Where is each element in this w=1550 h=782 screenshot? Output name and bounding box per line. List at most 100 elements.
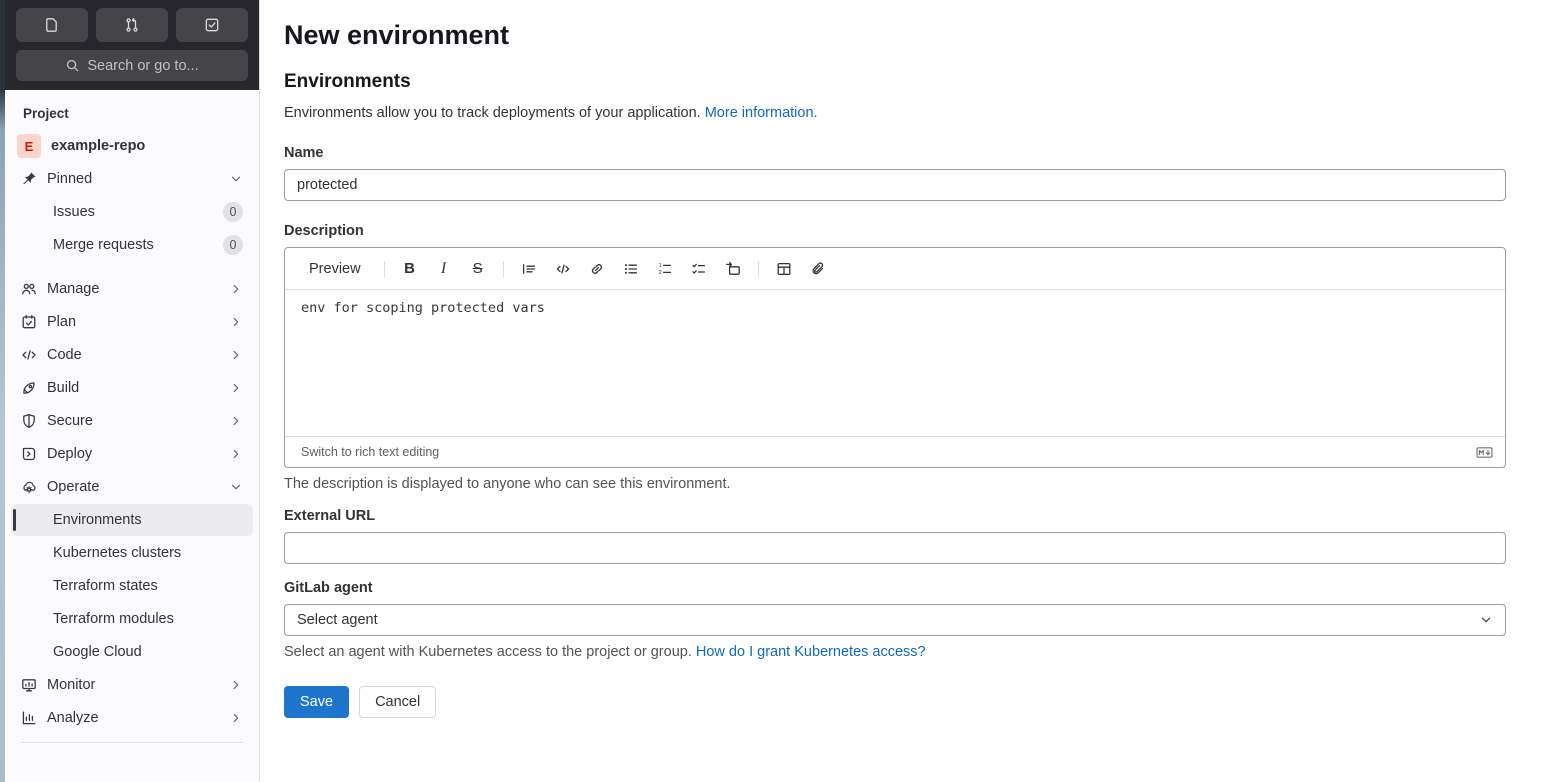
- attach-file-button[interactable]: [804, 255, 832, 283]
- calendar-icon: [21, 314, 37, 330]
- chevron-right-icon: [229, 414, 243, 428]
- save-button[interactable]: Save: [284, 686, 350, 718]
- italic-button[interactable]: I: [430, 255, 458, 283]
- table-icon: [776, 261, 792, 277]
- collapsible-section-icon: [725, 261, 741, 277]
- secure-label: Secure: [47, 413, 93, 429]
- search-placeholder: Search or go to...: [87, 57, 199, 74]
- cancel-button[interactable]: Cancel: [359, 686, 437, 718]
- markdown-editor: Preview B I S 12 env for scoping protect…: [284, 247, 1506, 468]
- environments-heading: Environments: [284, 71, 411, 92]
- kubernetes-access-link[interactable]: How do I grant Kubernetes access?: [696, 644, 926, 660]
- pin-icon: [21, 171, 37, 187]
- code-icon: [555, 261, 571, 277]
- sidebar-item-environments[interactable]: Environments: [11, 504, 253, 536]
- toolbar-separator: [502, 260, 504, 277]
- chevron-down-icon: [1479, 613, 1493, 627]
- quote-button[interactable]: [515, 255, 543, 283]
- shield-icon: [21, 413, 37, 429]
- deploy-icon: [21, 446, 37, 462]
- agent-help-text: Select an agent with Kubernetes access t…: [284, 644, 692, 660]
- sidebar-item-project[interactable]: E example-repo: [11, 130, 253, 162]
- intro-text: Environments allow you to track deployme…: [284, 105, 701, 121]
- gitlab-agent-select[interactable]: Select agent: [284, 604, 1506, 636]
- name-input[interactable]: [284, 169, 1506, 201]
- merge-request-icon: [124, 17, 140, 33]
- page-title: New environment: [284, 20, 510, 50]
- users-icon: [21, 281, 37, 297]
- table-button[interactable]: [770, 255, 798, 283]
- description-help-text: The description is displayed to anyone w…: [284, 476, 731, 492]
- pinned-label: Pinned: [47, 171, 93, 187]
- markdown-icon: [1476, 444, 1493, 461]
- bullet-list-button[interactable]: [617, 255, 645, 283]
- todo-check-icon: [204, 17, 220, 33]
- markdown-toolbar: Preview B I S 12: [285, 248, 1505, 290]
- project-avatar: E: [17, 134, 41, 158]
- task-list-button[interactable]: [685, 255, 713, 283]
- issues-label: Issues: [53, 204, 95, 220]
- more-information-link[interactable]: More information.: [705, 105, 818, 121]
- preview-button[interactable]: Preview: [301, 255, 369, 283]
- markdown-body: env for scoping protected vars: [285, 290, 1505, 436]
- merge-requests-shortcut-button[interactable]: [96, 8, 168, 42]
- numbered-list-button[interactable]: 12: [651, 255, 679, 283]
- collapsible-section-button[interactable]: [719, 255, 747, 283]
- description-label: Description: [284, 223, 364, 239]
- merge-requests-label: Merge requests: [53, 237, 154, 253]
- sidebar-item-secure[interactable]: Secure: [11, 405, 253, 437]
- terraform-modules-label: Terraform modules: [53, 611, 174, 627]
- sidebar-item-build[interactable]: Build: [11, 372, 253, 404]
- external-url-field-group: External URL: [284, 508, 1506, 564]
- switch-rich-text-button[interactable]: Switch to rich text editing: [301, 445, 439, 459]
- markdown-footer: Switch to rich text editing: [285, 436, 1505, 467]
- monitor-label: Monitor: [47, 677, 96, 693]
- issues-icon: [44, 17, 60, 33]
- chevron-right-icon: [229, 381, 243, 395]
- external-url-input[interactable]: [284, 532, 1506, 564]
- sidebar-item-pinned[interactable]: Pinned: [11, 163, 253, 195]
- description-field-group: Description Preview B I S 1 2 env for sc…: [284, 223, 1506, 492]
- sidebar: Search or go to... Project E example-rep…: [5, 0, 260, 782]
- search-input[interactable]: Search or go to...: [16, 50, 248, 81]
- link-icon: [589, 261, 605, 277]
- project-name: example-repo: [51, 138, 146, 154]
- sidebar-item-manage[interactable]: Manage: [11, 273, 253, 305]
- main-content: New environment Environments Environment…: [260, 0, 1550, 782]
- name-label: Name: [284, 145, 324, 161]
- sidebar-item-kubernetes-clusters[interactable]: Kubernetes clusters: [11, 537, 253, 569]
- description-textarea[interactable]: env for scoping protected vars: [301, 300, 1489, 426]
- quote-icon: [521, 261, 537, 277]
- todo-shortcut-button[interactable]: [176, 8, 248, 42]
- link-button[interactable]: [583, 255, 611, 283]
- gitlab-agent-label: GitLab agent: [284, 580, 373, 596]
- sidebar-item-operate[interactable]: Operate: [11, 471, 253, 503]
- sidebar-item-terraform-states[interactable]: Terraform states: [11, 570, 253, 602]
- svg-text:1: 1: [658, 263, 661, 269]
- sidebar-item-terraform-modules[interactable]: Terraform modules: [11, 603, 253, 635]
- google-cloud-label: Google Cloud: [53, 644, 142, 660]
- sidebar-item-code[interactable]: Code: [11, 339, 253, 371]
- sidebar-item-google-cloud[interactable]: Google Cloud: [11, 636, 253, 668]
- issues-shortcut-button[interactable]: [16, 8, 88, 42]
- chevron-down-icon: [229, 172, 243, 186]
- sidebar-item-analyze[interactable]: Analyze: [11, 702, 253, 734]
- strikethrough-button[interactable]: S: [464, 255, 492, 283]
- code-button[interactable]: [549, 255, 577, 283]
- sidebar-item-merge-requests[interactable]: Merge requests 0: [11, 229, 253, 261]
- sidebar-item-deploy[interactable]: Deploy: [11, 438, 253, 470]
- sidebar-item-issues[interactable]: Issues 0: [11, 196, 253, 228]
- issues-count-badge: 0: [223, 202, 243, 222]
- chevron-right-icon: [229, 447, 243, 461]
- project-section-label: Project: [23, 106, 69, 121]
- plan-label: Plan: [47, 314, 77, 330]
- merge-requests-count-badge: 0: [223, 235, 243, 255]
- sidebar-item-plan[interactable]: Plan: [11, 306, 253, 338]
- task-list-icon: [691, 261, 707, 277]
- bold-button[interactable]: B: [396, 255, 424, 283]
- rocket-icon: [21, 380, 37, 396]
- sidebar-item-monitor[interactable]: Monitor: [11, 669, 253, 701]
- chevron-right-icon: [229, 315, 243, 329]
- operate-label: Operate: [47, 479, 100, 495]
- name-field-group: Name: [284, 145, 1506, 201]
